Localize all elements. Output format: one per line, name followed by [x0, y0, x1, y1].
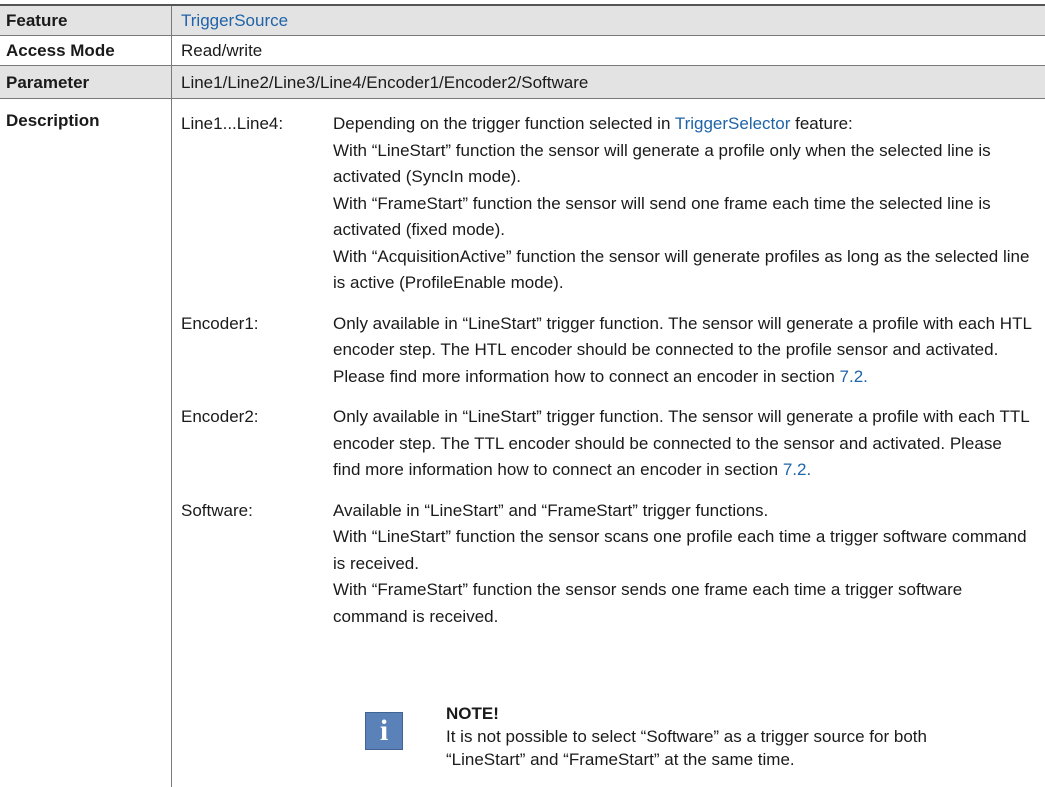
term-line1-line4: Line1...Line4: — [181, 114, 284, 133]
parameter-value: Line1/Line2/Line3/Line4/Encoder1/Encoder… — [181, 73, 589, 92]
definition-text-segment: feature: — [790, 114, 853, 133]
section-7-2-link[interactable]: 7.2. — [783, 460, 811, 479]
column-divider — [171, 6, 172, 787]
parameter-label: Parameter — [6, 73, 90, 92]
definition-encoder1: Encoder1: Only available in “LineStart” … — [181, 311, 1031, 391]
info-icon: i — [365, 712, 403, 750]
definition-line: With “LineStart” function the sensor sca… — [333, 527, 1027, 573]
definition-software: Software: Available in “LineStart” and “… — [181, 498, 1031, 631]
definition-text: Depending on the trigger function select… — [333, 111, 1033, 297]
note-box: i NOTE! It is not possible to select “So… — [365, 703, 1025, 773]
trigger-selector-link[interactable]: TriggerSelector — [675, 114, 791, 133]
feature-value-link[interactable]: TriggerSource — [181, 10, 288, 32]
definition-text-segment: Only available in “LineStart” trigger fu… — [333, 313, 1032, 386]
description-content: Line1...Line4: Depending on the trigger … — [181, 111, 1031, 644]
definition-text-segment: Depending on the trigger function select… — [333, 114, 675, 133]
info-glyph: i — [379, 714, 389, 747]
section-7-2-link[interactable]: 7.2. — [840, 367, 868, 386]
term-encoder2: Encoder2: — [181, 407, 259, 426]
definition-line-inputs: Line1...Line4: Depending on the trigger … — [181, 111, 1031, 297]
term-software: Software: — [181, 500, 253, 520]
note-text: It is not possible to select “Software” … — [446, 727, 927, 769]
definition-text: Only available in “LineStart” trigger fu… — [333, 404, 1033, 484]
definition-text-segment: Only available in “LineStart” trigger fu… — [333, 407, 1030, 479]
parameter-row: Parameter Line1/Line2/Line3/Line4/Encode… — [0, 66, 1045, 98]
definition-encoder2: Encoder2: Only available in “LineStart” … — [181, 404, 1031, 484]
note-title: NOTE! — [446, 704, 499, 723]
access-mode-value: Read/write — [181, 41, 263, 60]
definition-line: With “FrameStart” function the sensor se… — [333, 580, 963, 626]
definition-line: With “AcquisitionActive” function the se… — [333, 246, 1030, 293]
row-divider — [0, 98, 1045, 99]
description-label: Description — [6, 111, 100, 130]
feature-row: Feature TriggerSource — [0, 6, 1045, 35]
definition-text: Only available in “LineStart” trigger fu… — [333, 311, 1033, 391]
definition-line: With “FrameStart” function the sensor wi… — [333, 193, 991, 240]
definition-text: Available in “LineStart” and “FrameStart… — [333, 498, 1033, 631]
access-mode-row: Access Mode Read/write — [0, 36, 1045, 65]
access-mode-label: Access Mode — [6, 41, 115, 60]
definition-line: Available in “LineStart” and “FrameStart… — [333, 500, 769, 520]
definition-line: With “LineStart” function the sensor wil… — [333, 140, 991, 187]
feature-label: Feature — [6, 11, 68, 30]
definition-line: Depending on the trigger function select… — [333, 111, 1033, 138]
term-encoder1: Encoder1: — [181, 313, 259, 333]
